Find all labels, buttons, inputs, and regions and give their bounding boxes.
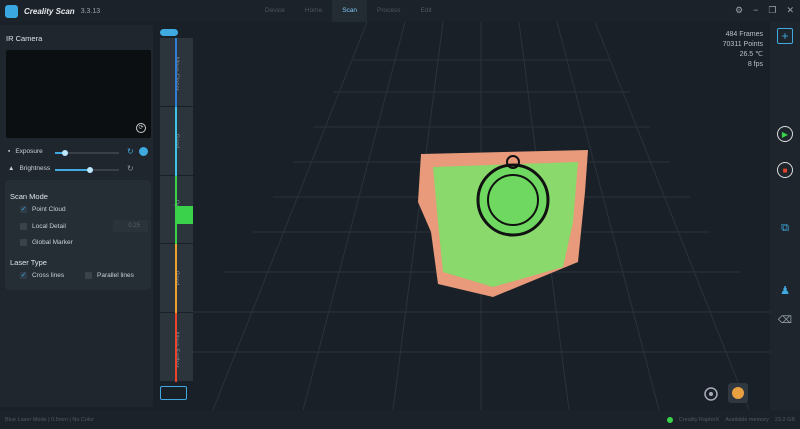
brightness-slider[interactable] <box>55 167 119 173</box>
checkbox-icon <box>20 223 27 230</box>
wifi-icon <box>666 416 673 423</box>
tab-home[interactable]: Home <box>295 0 332 22</box>
exposure-auto-icon[interactable] <box>139 147 148 156</box>
scan-mode-heading: Scan Mode <box>10 192 48 201</box>
turntable-icon[interactable]: ♟ <box>777 282 793 298</box>
temperature: 26.5 ℃ <box>739 51 763 58</box>
memory-label: Available memory <box>725 416 769 423</box>
locate-icon[interactable] <box>704 387 718 401</box>
close-button[interactable]: ✕ <box>786 5 794 16</box>
brightness-row: ▲ Brightness <box>8 165 50 172</box>
point-cloud-label: Point Cloud <box>32 206 66 213</box>
exposure-row: ▪ Exposure <box>8 148 43 155</box>
exposure-reset-icon[interactable]: ↻ <box>127 147 134 156</box>
tab-scan[interactable]: Scan <box>332 0 368 22</box>
app-title: Creality Scan <box>24 6 75 16</box>
minimize-button[interactable]: − <box>753 5 758 16</box>
checkbox-checked-icon: ✓ <box>20 206 27 213</box>
checkbox-icon <box>20 239 27 246</box>
cross-lines-option[interactable]: ✓ Cross lines <box>20 272 64 279</box>
3d-viewport[interactable] <box>193 22 770 410</box>
point-cloud <box>418 150 588 297</box>
title-bar: Creality Scan 3.3.13 Device Home Scan Pr… <box>0 0 800 22</box>
app-version: 3.3.13 <box>80 7 101 15</box>
ruler-icon[interactable] <box>160 386 187 400</box>
tab-device[interactable]: Device <box>255 0 295 22</box>
scan-stats: 484 Frames 70311 Points 26.5 ℃ 8 fps <box>723 30 763 70</box>
ir-camera-heading: IR Camera <box>6 34 43 43</box>
scan-settings-box: Scan Mode ✓ Point Cloud Local Detail 0.25… <box>5 180 151 290</box>
exposure-icon: ▪ <box>8 148 11 155</box>
global-marker-label: Global Marker <box>32 239 73 246</box>
settings-icon[interactable]: ⚙ <box>735 5 743 16</box>
color-palette-icon <box>732 387 744 399</box>
start-scan-button[interactable]: ▶ <box>777 126 793 142</box>
local-detail-option[interactable]: Local Detail <box>20 223 66 230</box>
points-count: 70311 Points <box>722 41 763 48</box>
memory-value: 23.2 GB <box>774 416 795 423</box>
distance-histogram <box>176 206 193 224</box>
restore-button[interactable]: ❐ <box>768 5 776 16</box>
distance-good-near: Good <box>160 107 193 176</box>
app-logo-icon <box>5 4 18 18</box>
laser-type-heading: Laser Type <box>10 258 47 267</box>
fps: 8 fps <box>747 61 763 68</box>
checkbox-checked-icon: ✓ <box>20 272 27 279</box>
distance-toggle[interactable] <box>160 29 178 36</box>
local-detail-label: Local Detail <box>32 223 66 230</box>
frames-count: 484 Frames <box>725 31 763 38</box>
checkbox-icon <box>85 272 92 279</box>
distance-optimal: Optimal <box>160 176 193 244</box>
brightness-icon: ▲ <box>8 165 15 172</box>
distance-good-far: Good <box>160 244 193 313</box>
ir-camera-preview: ⟳ <box>6 50 151 138</box>
distance-indicator: Move Closer Good Optimal Good Move Farth… <box>160 38 193 382</box>
tab-process[interactable]: Process <box>367 0 410 22</box>
brightness-label: Brightness <box>19 165 51 172</box>
cross-lines-label: Cross lines <box>32 272 65 279</box>
point-cloud-option[interactable]: ✓ Point Cloud <box>20 206 66 213</box>
distance-move-closer: Move Closer <box>160 38 193 107</box>
device-name: Creality RaptorX <box>678 416 720 423</box>
view-toggle-icon[interactable]: ⧉ <box>777 220 793 236</box>
parallel-lines-option[interactable]: Parallel lines <box>85 272 134 279</box>
distance-move-farther: Move Farther <box>160 313 193 382</box>
local-detail-input[interactable]: 0.25 <box>113 220 148 232</box>
scan-mode-status: Blue Laser Mode | 0.5mm | No Color <box>5 416 95 423</box>
left-panel: IR Camera ⟳ ▪ Exposure ↻ ▲ Brightness ↻ Sc… <box>0 25 153 407</box>
status-bar: Blue Laser Mode | 0.5mm | No Color Creal… <box>0 410 800 429</box>
stop-scan-button[interactable]: ■ <box>777 162 793 178</box>
parallel-lines-label: Parallel lines <box>97 272 134 279</box>
right-toolbar: + ▶ ■ ⧉ ♟ ⌫ <box>770 22 800 410</box>
brightness-reset-icon[interactable]: ↻ <box>127 164 134 173</box>
new-project-button[interactable]: + <box>777 28 793 44</box>
camera-toggle-icon[interactable]: ⟳ <box>136 123 146 133</box>
global-marker-option[interactable]: Global Marker <box>20 239 73 246</box>
exposure-label: Exposure <box>15 148 43 155</box>
exposure-slider[interactable] <box>55 150 119 156</box>
tab-edit[interactable]: Edit <box>411 0 442 22</box>
erase-icon[interactable]: ⌫ <box>777 312 793 328</box>
